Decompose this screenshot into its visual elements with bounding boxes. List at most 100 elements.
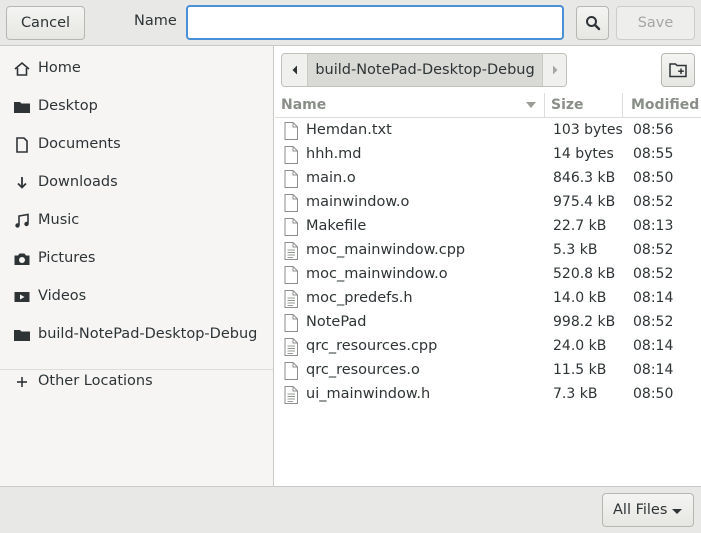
path-bar: build-NotePad-Desktop-Debug (281, 53, 567, 87)
sidebar-item-documents[interactable]: Documents (0, 125, 273, 163)
chevron-down-icon (672, 509, 682, 514)
file-list: Name Size Modified Hemdan.txt 103 bytes 08… (275, 93, 701, 486)
document-icon (16, 137, 28, 153)
file-icon (284, 266, 298, 284)
column-header-size[interactable]: Size (545, 93, 623, 118)
column-header-name[interactable]: Name (275, 93, 545, 118)
file-row[interactable]: mainwindow.o 975.4 kB 08:52 (275, 191, 701, 215)
file-modified: 08:14 (633, 362, 674, 378)
file-row[interactable]: hhh.md 14 bytes 08:55 (275, 143, 701, 167)
file-row[interactable]: NotePad 998.2 kB 08:52 (275, 311, 701, 335)
file-size: 22.7 kB (553, 218, 607, 234)
sidebar-item-videos[interactable]: Videos (0, 277, 273, 315)
file-name: ui_mainwindow.h (306, 386, 431, 402)
file-row[interactable]: Hemdan.txt 103 bytes 08:56 (275, 119, 701, 143)
text-file-icon (284, 146, 298, 164)
sidebar-item-label: Music (38, 212, 80, 228)
file-row[interactable]: qrc_resources.cpp 24.0 kB 08:14 (275, 335, 701, 359)
sidebar-item-home[interactable]: Home (0, 49, 273, 87)
file-modified: 08:52 (633, 194, 674, 210)
file-name: mainwindow.o (306, 194, 410, 210)
sidebar-item-build-folder[interactable]: build-NotePad-Desktop-Debug (0, 315, 273, 353)
file-row[interactable]: qrc_resources.o 11.5 kB 08:14 (275, 359, 701, 383)
sidebar-item-music[interactable]: Music (0, 201, 273, 239)
file-modified: 08:52 (633, 314, 674, 330)
file-name: moc_predefs.h (306, 290, 413, 306)
bottom-bar: All Files (0, 486, 701, 533)
save-button[interactable]: Save (616, 6, 695, 40)
source-file-icon (284, 386, 298, 404)
file-icon (284, 194, 298, 212)
column-header-label: Size (551, 97, 584, 113)
new-folder-button[interactable] (661, 53, 695, 87)
file-modified: 08:13 (633, 218, 674, 234)
camera-icon (14, 253, 30, 265)
sidebar-item-desktop[interactable]: Desktop (0, 87, 273, 125)
cancel-button[interactable]: Cancel (6, 6, 85, 40)
file-size: 975.4 kB (553, 194, 616, 210)
file-size: 5.3 kB (553, 242, 598, 258)
chevron-left-icon (292, 65, 297, 75)
path-scroll-left-button[interactable] (282, 54, 308, 86)
folder-icon (14, 102, 30, 113)
file-size: 14 bytes (553, 146, 614, 162)
file-icon (284, 314, 298, 332)
sidebar-item-pictures[interactable]: Pictures (0, 239, 273, 277)
file-name: hhh.md (306, 146, 362, 162)
sidebar-item-other-locations[interactable]: Other Locations (0, 362, 273, 400)
source-file-icon (284, 242, 298, 260)
filename-input[interactable] (186, 5, 564, 40)
file-type-filter-dropdown[interactable]: All Files (602, 493, 694, 527)
file-size: 24.0 kB (553, 338, 607, 354)
file-size: 7.3 kB (553, 386, 598, 402)
file-icon (284, 218, 298, 236)
sidebar-item-label: Home (38, 60, 81, 76)
music-icon (15, 213, 29, 228)
file-modified: 08:50 (633, 170, 674, 186)
file-modified: 08:55 (633, 146, 674, 162)
search-icon (585, 16, 600, 31)
path-segment-current[interactable]: build-NotePad-Desktop-Debug (308, 54, 542, 86)
folder-icon (14, 330, 30, 341)
file-row[interactable]: moc_predefs.h 14.0 kB 08:14 (275, 287, 701, 311)
source-file-icon (284, 290, 298, 308)
new-folder-icon (669, 63, 687, 78)
column-header-label: Name (281, 97, 327, 113)
file-name: qrc_resources.o (306, 362, 420, 378)
file-size: 103 bytes (553, 122, 623, 138)
sidebar-item-label: Pictures (38, 250, 96, 266)
chevron-right-icon (552, 65, 557, 75)
file-name: Hemdan.txt (306, 122, 392, 138)
plus-icon (17, 377, 27, 387)
file-modified: 08:14 (633, 338, 674, 354)
column-header-label: Modified (631, 97, 700, 113)
file-modified: 08:14 (633, 290, 674, 306)
file-row[interactable]: ui_mainwindow.h 7.3 kB 08:50 (275, 383, 701, 407)
file-row[interactable]: main.o 846.3 kB 08:50 (275, 167, 701, 191)
file-modified: 08:52 (633, 242, 674, 258)
sidebar-item-label: build-NotePad-Desktop-Debug (38, 326, 258, 342)
file-name: Makefile (306, 218, 367, 234)
file-size: 846.3 kB (553, 170, 616, 186)
sidebar-item-label: Documents (38, 136, 121, 152)
file-modified: 08:52 (633, 266, 674, 282)
sidebar-item-label: Downloads (38, 174, 118, 190)
download-icon (17, 177, 27, 189)
text-file-icon (284, 122, 298, 140)
file-icon (284, 362, 298, 380)
column-header-modified[interactable]: Modified (623, 93, 701, 118)
header-bar: Cancel Name Save (0, 0, 701, 46)
file-size: 11.5 kB (553, 362, 607, 378)
search-button[interactable] (576, 6, 609, 40)
sidebar-item-label: Videos (38, 288, 87, 304)
file-name: main.o (306, 170, 356, 186)
file-name: moc_mainwindow.o (306, 266, 448, 282)
file-name: NotePad (306, 314, 367, 330)
source-file-icon (284, 338, 298, 356)
file-row[interactable]: moc_mainwindow.o 520.8 kB 08:52 (275, 263, 701, 287)
path-scroll-right-button[interactable] (542, 54, 566, 86)
file-row[interactable]: Makefile 22.7 kB 08:13 (275, 215, 701, 239)
file-row[interactable]: moc_mainwindow.cpp 5.3 kB 08:52 (275, 239, 701, 263)
sidebar-item-downloads[interactable]: Downloads (0, 163, 273, 201)
video-icon (14, 292, 30, 302)
